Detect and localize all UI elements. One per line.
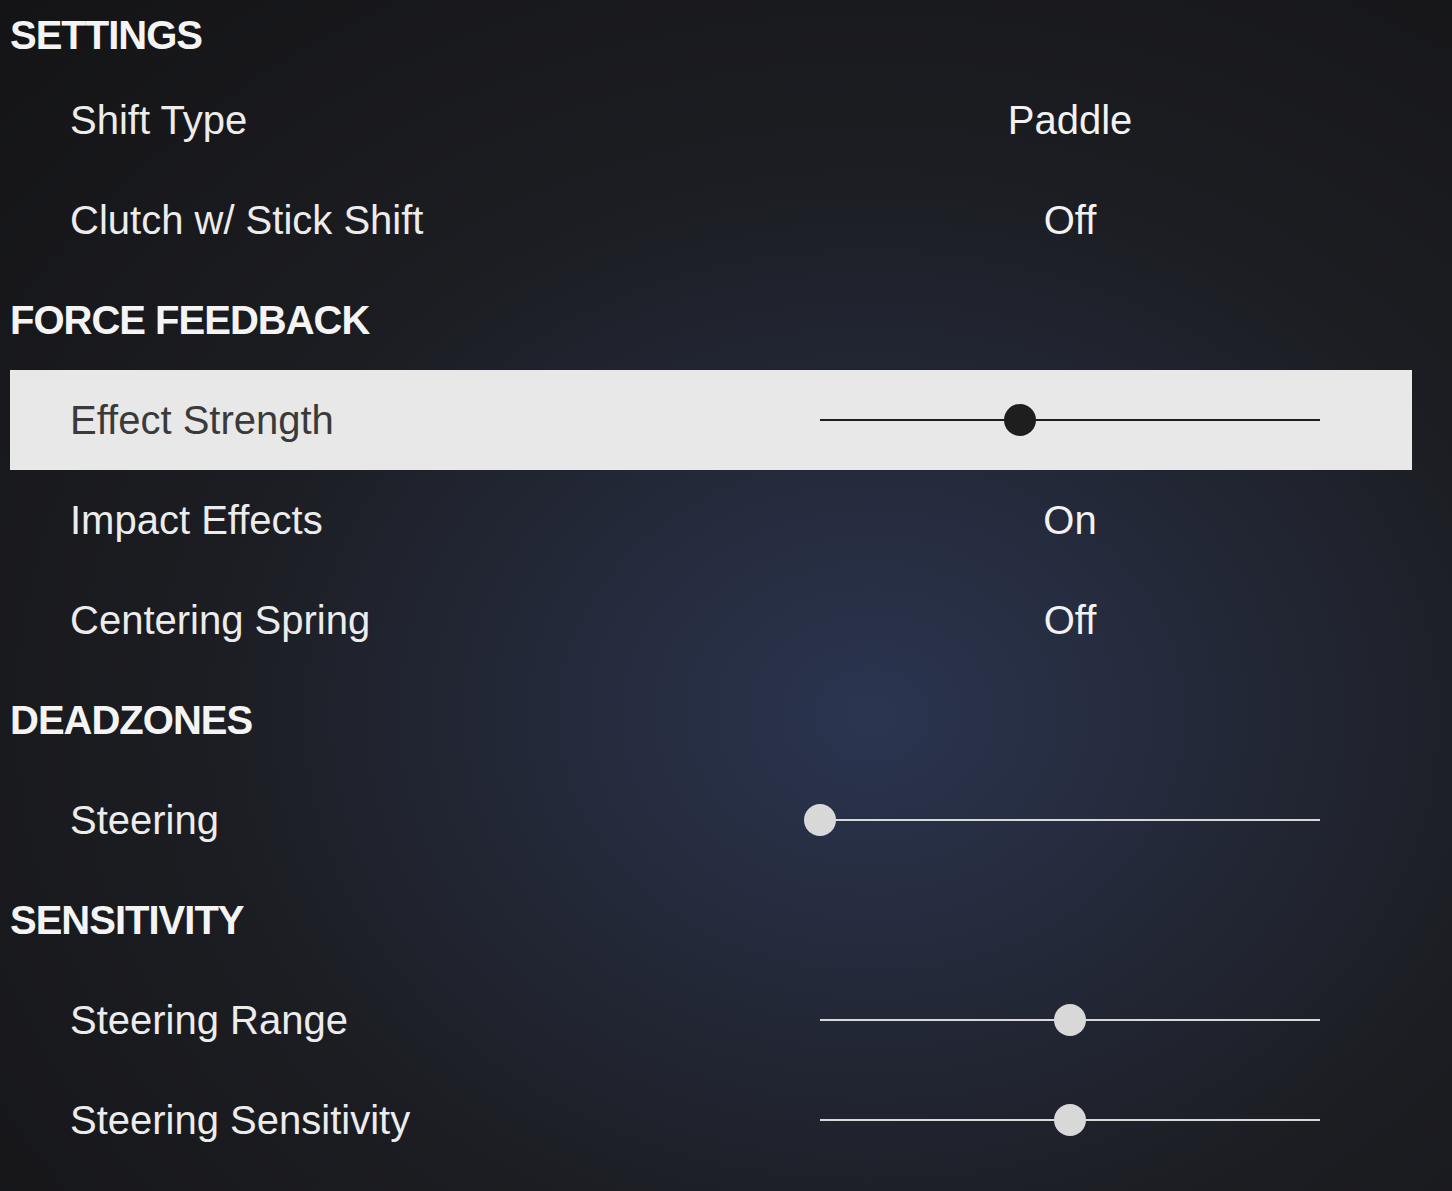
setting-control[interactable]: Paddle — [820, 95, 1320, 145]
settings-section: FORCE FEEDBACK Effect Strength Impact Effe… — [0, 270, 1452, 670]
setting-label: Steering Range — [10, 995, 820, 1045]
slider-track — [820, 419, 1320, 421]
setting-row[interactable]: Effect Strength — [10, 370, 1412, 470]
setting-label: Effect Strength — [10, 395, 820, 445]
slider[interactable] — [820, 403, 1320, 437]
setting-label: Centering Spring — [10, 595, 820, 645]
slider[interactable] — [820, 1103, 1320, 1137]
setting-row[interactable]: Steering Range — [10, 970, 1412, 1070]
setting-control[interactable] — [820, 803, 1320, 837]
setting-label: Clutch w/ Stick Shift — [10, 195, 820, 245]
slider-track — [820, 819, 1320, 821]
setting-label: Steering — [10, 795, 820, 845]
slider-knob[interactable] — [1004, 404, 1036, 436]
setting-label: Shift Type — [10, 95, 820, 145]
setting-control[interactable]: On — [820, 495, 1320, 545]
setting-value[interactable]: Off — [1044, 195, 1097, 245]
setting-row[interactable]: Shift Type Paddle — [10, 70, 1412, 170]
setting-label: Steering Sensitivity — [10, 1095, 820, 1145]
section-header: SETTINGS — [0, 0, 1452, 70]
setting-value[interactable]: Paddle — [1008, 95, 1133, 145]
setting-control[interactable] — [820, 1003, 1320, 1037]
settings-section: DEADZONES Steering — [0, 670, 1452, 870]
setting-row[interactable]: Impact Effects On — [10, 470, 1412, 570]
settings-list: SETTINGS Shift Type Paddle Clutch w/ Stick … — [0, 0, 1452, 1170]
setting-control[interactable]: Off — [820, 595, 1320, 645]
section-header: FORCE FEEDBACK — [0, 270, 1452, 370]
setting-value[interactable]: Off — [1044, 595, 1097, 645]
setting-value[interactable]: On — [1043, 495, 1096, 545]
slider[interactable] — [820, 1003, 1320, 1037]
setting-control[interactable] — [820, 403, 1320, 437]
slider-knob[interactable] — [1054, 1004, 1086, 1036]
settings-screen: SETTINGS Shift Type Paddle Clutch w/ Stick … — [0, 0, 1452, 1191]
setting-row[interactable]: Steering Sensitivity — [10, 1070, 1412, 1170]
settings-section: SENSITIVITY Steering Range Steering Sensit… — [0, 870, 1452, 1170]
setting-control[interactable]: Off — [820, 195, 1320, 245]
section-header: DEADZONES — [0, 670, 1452, 770]
slider-knob[interactable] — [804, 804, 836, 836]
slider[interactable] — [820, 803, 1320, 837]
slider-knob[interactable] — [1054, 1104, 1086, 1136]
setting-row[interactable]: Steering — [10, 770, 1412, 870]
setting-row[interactable]: Clutch w/ Stick Shift Off — [10, 170, 1412, 270]
section-header: SENSITIVITY — [0, 870, 1452, 970]
setting-control[interactable] — [820, 1103, 1320, 1137]
settings-section: SETTINGS Shift Type Paddle Clutch w/ Stick … — [0, 0, 1452, 270]
setting-row[interactable]: Centering Spring Off — [10, 570, 1412, 670]
setting-label: Impact Effects — [10, 495, 820, 545]
